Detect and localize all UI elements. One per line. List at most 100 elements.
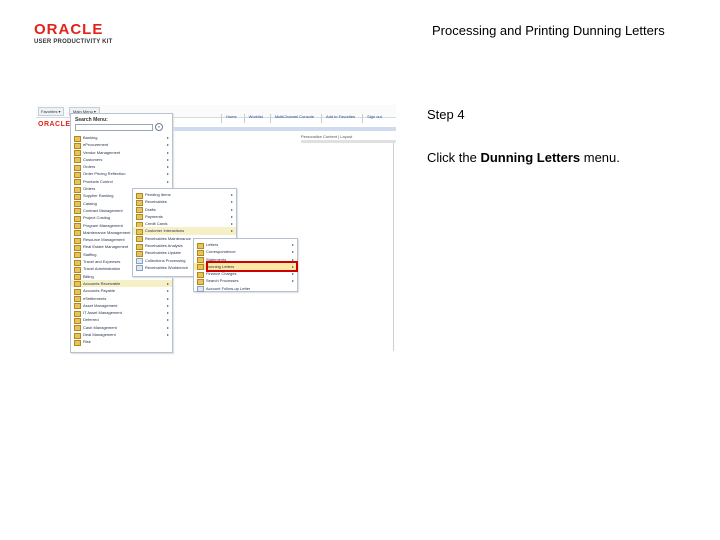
menu-item-label: Deferred [83, 317, 99, 323]
chevron-right-icon: ▸ [166, 135, 169, 140]
menu-item[interactable]: eSettlements ▸ [71, 295, 172, 303]
menu-item-label: eSettlements [83, 295, 107, 301]
home-link[interactable]: Home [221, 114, 241, 123]
menu-item[interactable]: Vendor Management ▸ [71, 149, 172, 157]
search-go-icon[interactable]: » [155, 123, 163, 131]
menu-item[interactable]: Cash Management ▸ [71, 324, 172, 332]
menu-item-label: Program Management [83, 222, 123, 228]
menu-item-label: Banking [83, 135, 98, 140]
menu-item-label: Resource Management [83, 237, 125, 243]
menu-item-label: Receivables Update [145, 250, 181, 256]
menu-item-label: Order Pricing Reflection [83, 171, 126, 177]
menu-item-label: Receivables Analysis [145, 243, 183, 249]
menu-item[interactable]: Customers ▸ [71, 156, 172, 164]
menu-item[interactable]: Accounts Receivable ▸ [71, 279, 172, 288]
menu-item-label: Staffing [83, 251, 97, 257]
menu-item-label: Vendor Management [83, 149, 121, 155]
menu-item-label: Drafts [145, 206, 156, 212]
divider [393, 143, 394, 351]
chevron-right-icon: ▸ [166, 295, 169, 301]
menu-item[interactable]: Deal Management ▸ [71, 331, 172, 339]
menu-item-label: Accounts Receivable [83, 280, 121, 286]
application-screenshot: Favorites ▾ Main Menu ▾ Home Worklist Mu… [36, 105, 396, 353]
menu-item-label: Risk [83, 339, 91, 345]
document-icon [136, 265, 143, 272]
chevron-right-icon: ▸ [166, 156, 169, 162]
chevron-right-icon: ▸ [166, 178, 169, 184]
menu-item[interactable]: Drafts ▸ [133, 206, 236, 214]
step-number: Step 4 [427, 107, 465, 122]
sign-out-link[interactable]: Sign out [362, 114, 386, 123]
menu-item-label: Customer Interactions [145, 228, 185, 234]
chevron-right-icon: ▸ [291, 278, 294, 284]
app-oracle-logo: ORACLE [38, 121, 71, 128]
personalize-links[interactable]: Personalize Content | Layout [301, 134, 352, 139]
menu-item-label: IT Asset Management [83, 310, 122, 316]
menu-item[interactable]: Products Control ▸ [71, 178, 172, 186]
chevron-right-icon: ▸ [166, 142, 169, 148]
menu-item-label: Real Estate Management [83, 244, 129, 250]
favorites-menu[interactable]: Favorites ▾ [38, 107, 64, 116]
chevron-right-icon: ▸ [230, 213, 233, 219]
content-header-bar [301, 140, 396, 143]
menu-item-label: eProcurement [83, 142, 109, 148]
menu-item[interactable]: Search Processes ▸ [194, 277, 297, 285]
menu-item-label: Accounts Payable [83, 288, 116, 294]
menu-item-label: Receivables Workbench [145, 264, 189, 270]
menu-item-label: Catalog [83, 200, 97, 206]
multichannel-link[interactable]: MultiChannel Console [269, 114, 318, 123]
worklist-link[interactable]: Worklist [243, 114, 267, 123]
search-menu-input[interactable] [75, 124, 153, 131]
menu-item[interactable]: Correspondence ▸ [194, 248, 297, 256]
menu-item[interactable]: Receivables ▸ [133, 198, 236, 206]
menu-item-label: Travel Administration [83, 266, 121, 272]
chevron-right-icon: ▸ [291, 242, 294, 247]
oracle-upk-logo: ORACLE USER PRODUCTIVITY KIT [34, 22, 134, 48]
menu-item[interactable]: Order Pricing Reflection ▸ [71, 170, 172, 178]
menu-item[interactable]: Risk [71, 338, 172, 346]
folder-icon [74, 339, 81, 346]
menu-item-label: Orders [83, 186, 96, 192]
instruction-pre: Click the [427, 150, 481, 165]
menu-item[interactable]: Deferred ▸ [71, 316, 172, 324]
add-favorites-link[interactable]: Add to Favorites [320, 114, 359, 123]
chevron-right-icon: ▸ [166, 164, 169, 170]
menu-item[interactable]: Letters ▸ [194, 241, 297, 249]
chevron-right-icon: ▸ [230, 192, 233, 197]
chevron-right-icon: ▸ [166, 280, 169, 286]
search-menu-label: Search Menu: [75, 117, 108, 123]
menu-item-label: Asset Management [83, 302, 118, 308]
menu-item[interactable]: IT Asset Management ▸ [71, 309, 172, 317]
menu-item-label: Letters [206, 242, 219, 247]
document-title: Processing and Printing Dunning Letters [432, 23, 665, 38]
menu-item-label: Supplier Ranking [83, 193, 114, 199]
instruction-bold: Dunning Letters [480, 150, 581, 165]
chevron-right-icon: ▸ [166, 302, 169, 308]
menu-item[interactable]: Pending Items ▸ [133, 191, 236, 199]
menu-item-label: Maintenance Management [83, 229, 131, 235]
step-instruction: Click the Dunning Letters menu. [427, 150, 620, 165]
menu-item[interactable]: Asset Management ▸ [71, 302, 172, 310]
menu-item-label: Credit Cards [145, 221, 168, 227]
menu-item[interactable]: Credit Cards ▸ [133, 220, 236, 228]
menu-item-label: Receivables [145, 199, 167, 205]
chevron-right-icon: ▸ [166, 171, 169, 177]
chevron-right-icon: ▸ [230, 206, 233, 212]
menu-item[interactable]: Accounts Payable ▸ [71, 287, 172, 295]
menu-item-label: Pending Items [145, 192, 171, 197]
upk-logo-subtitle: USER PRODUCTIVITY KIT [34, 39, 113, 45]
instruction-post: menu. [580, 150, 620, 165]
menu-item[interactable]: Orders ▸ [71, 163, 172, 171]
menu-item[interactable]: Account Follow-up Letter [194, 285, 297, 293]
menu-item[interactable]: Customer Interactions ▸ [133, 227, 236, 235]
menu-item-label: Deal Management [83, 332, 116, 338]
menu-item-label: Orders [83, 164, 96, 170]
menu-item[interactable]: eProcurement ▸ [71, 141, 172, 149]
menu-item-label: Correspondence [206, 249, 236, 255]
dunning-letters-highlight [206, 261, 298, 272]
menu-item[interactable]: Payments ▸ [133, 213, 236, 221]
menu-item[interactable]: Banking ▸ [71, 134, 172, 142]
chevron-right-icon: ▸ [230, 228, 233, 234]
chevron-right-icon: ▸ [166, 288, 169, 294]
document-icon [197, 286, 204, 293]
